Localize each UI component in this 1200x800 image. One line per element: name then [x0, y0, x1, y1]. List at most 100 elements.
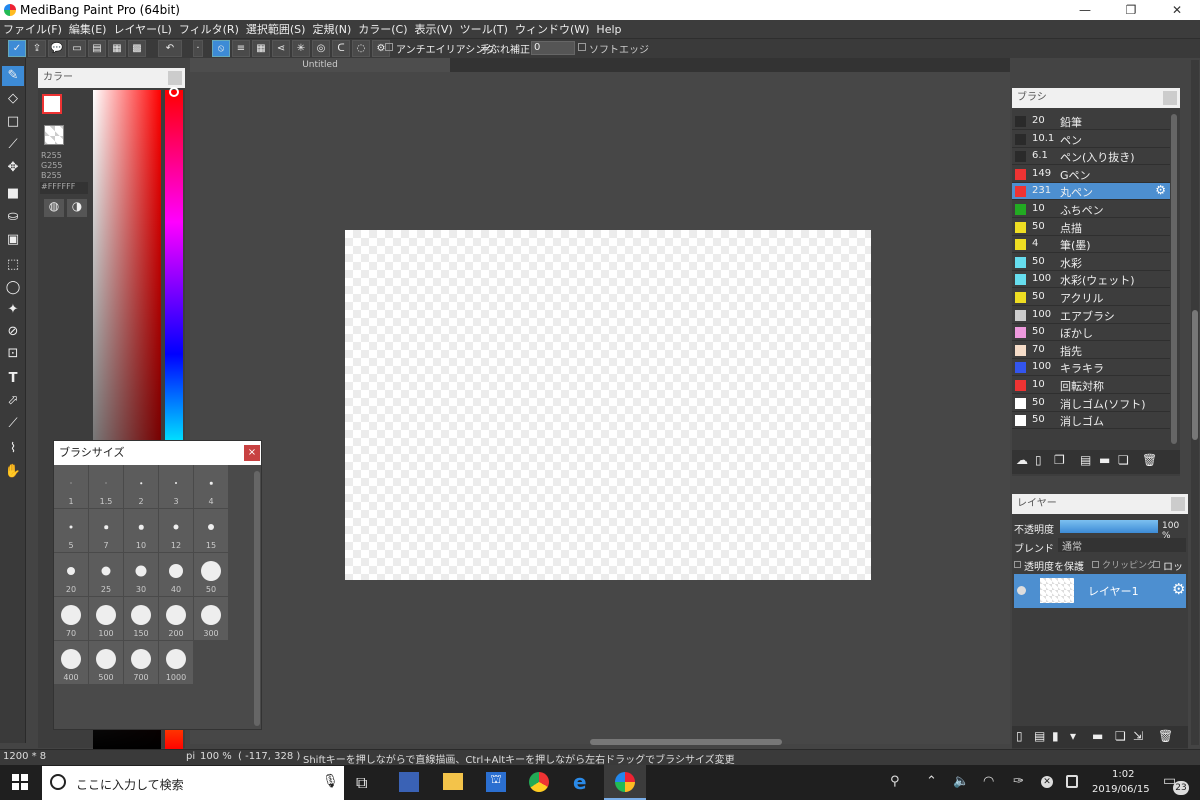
- gradient-tool-icon[interactable]: ▣: [2, 230, 24, 250]
- document-tab[interactable]: Untitled: [190, 58, 450, 72]
- palette-settings-icon[interactable]: ◑: [67, 199, 87, 217]
- brush-size-cell[interactable]: 200: [159, 597, 194, 641]
- select-pen-tool-icon[interactable]: ⊘: [2, 322, 24, 342]
- wifi-icon[interactable]: ◠: [983, 774, 994, 789]
- store-icon[interactable]: ⛫: [486, 772, 506, 792]
- tray-chevron-icon[interactable]: ⌃: [926, 774, 937, 789]
- new-halftone-layer-icon[interactable]: ▤: [1034, 729, 1045, 743]
- cloud-save-icon[interactable]: ✓: [8, 40, 26, 57]
- layer-settings-icon[interactable]: ⚙: [1172, 580, 1185, 598]
- fill-rect-tool-icon[interactable]: ■: [2, 184, 24, 204]
- brush-size-close-button[interactable]: ×: [244, 445, 260, 461]
- brush-size-scrollbar[interactable]: [254, 471, 260, 726]
- new-1bit-layer-icon[interactable]: ▮: [1052, 729, 1059, 743]
- brush-size-cell[interactable]: 40: [159, 553, 194, 597]
- dot-tool-icon[interactable]: □: [2, 112, 24, 132]
- vertical-scroll-thumb[interactable]: [1192, 310, 1198, 440]
- brush-size-cell[interactable]: 12: [159, 509, 194, 553]
- brush-panel-close-icon[interactable]: [1163, 91, 1177, 105]
- snap-perspective-icon[interactable]: ⋖: [272, 40, 290, 57]
- brush-list-item[interactable]: 20 鉛筆: [1012, 113, 1170, 130]
- menu-file[interactable]: ファイル(F): [3, 21, 62, 37]
- softedge-checkbox[interactable]: [578, 43, 586, 51]
- start-windows-icon[interactable]: [12, 774, 28, 790]
- medibang-taskbar-button[interactable]: [604, 765, 646, 800]
- brush-size-cell[interactable]: 5: [54, 509, 89, 553]
- eyedropper-tool-icon[interactable]: ⌇: [2, 439, 24, 459]
- brush-size-cell[interactable]: 1.5: [89, 465, 124, 509]
- cloud-brush-icon[interactable]: ☁: [1016, 453, 1032, 469]
- menu-view[interactable]: 表示(V): [415, 21, 453, 37]
- brush-size-cell[interactable]: 1000: [159, 641, 194, 685]
- chat-icon[interactable]: ▭: [68, 40, 86, 57]
- microphone-icon[interactable]: 🎙: [322, 774, 339, 789]
- undo-icon[interactable]: ↶: [158, 40, 182, 57]
- vertical-scrollbar[interactable]: [1191, 60, 1199, 745]
- brush-size-cell[interactable]: 15: [194, 509, 229, 553]
- layer-row[interactable]: レイヤー1 ⚙: [1014, 574, 1186, 608]
- menu-layer[interactable]: レイヤー(L): [113, 21, 171, 37]
- brush-list-item[interactable]: 50 ぼかし: [1012, 324, 1170, 342]
- brush-folder-icon[interactable]: ▬: [1099, 453, 1115, 469]
- brush-tool-icon[interactable]: ✎: [2, 66, 24, 86]
- redo-icon[interactable]: ·: [193, 40, 203, 57]
- brush-size-cell[interactable]: 1: [54, 465, 89, 509]
- brush-size-cell[interactable]: 300: [194, 597, 229, 641]
- brush-size-cell[interactable]: 70: [54, 597, 89, 641]
- drawing-canvas[interactable]: [345, 230, 871, 580]
- layer-panel-close-icon[interactable]: [1171, 497, 1185, 511]
- grid-icon[interactable]: ▩: [128, 40, 146, 57]
- brush-size-cell[interactable]: 100: [89, 597, 124, 641]
- panel-icon[interactable]: ▦: [108, 40, 126, 57]
- brush-list-item[interactable]: 149 Gペン: [1012, 165, 1170, 183]
- horizontal-scrollbar[interactable]: [590, 739, 782, 745]
- brush-list-item[interactable]: 100 キラキラ: [1012, 359, 1170, 377]
- palette-icon[interactable]: ◍: [44, 199, 64, 217]
- brush-list-scrollbar[interactable]: [1171, 114, 1177, 444]
- snap-ellipse-icon[interactable]: ◌: [352, 40, 370, 57]
- brush-list-item[interactable]: 10 ふちペン: [1012, 201, 1170, 218]
- clipping-checkbox[interactable]: [1092, 561, 1099, 568]
- select-eraser-tool-icon[interactable]: ⊡: [2, 344, 24, 364]
- menu-color[interactable]: カラー(C): [358, 21, 407, 37]
- line-tool-icon[interactable]: ⟋: [2, 135, 24, 155]
- blend-select[interactable]: 通常: [1058, 538, 1186, 553]
- hex-value[interactable]: #FFFFFF: [40, 182, 88, 194]
- restore-button[interactable]: ❐: [1108, 0, 1154, 20]
- close-button[interactable]: ✕: [1154, 0, 1200, 20]
- snap-parallel-icon[interactable]: ≡: [232, 40, 250, 57]
- merge-layer-icon[interactable]: ⇲: [1133, 729, 1143, 743]
- brush-size-cell[interactable]: 3: [159, 465, 194, 509]
- brush-size-cell[interactable]: 150: [124, 597, 159, 641]
- opacity-slider[interactable]: [1060, 520, 1158, 533]
- menu-help[interactable]: Help: [596, 23, 621, 36]
- brush-list-item[interactable]: 6.1 ペン(入り抜き): [1012, 148, 1170, 166]
- volume-icon[interactable]: 🔈: [953, 774, 969, 789]
- snap-curve-icon[interactable]: ᑕ: [332, 40, 350, 57]
- duplicate-layer-icon[interactable]: ❏: [1115, 729, 1126, 743]
- layer-folder-icon[interactable]: ▬: [1092, 729, 1103, 743]
- hue-handle[interactable]: [169, 87, 179, 97]
- task-view-icon[interactable]: ⧉: [356, 773, 367, 793]
- lasso-tool-icon[interactable]: ◯: [2, 278, 24, 298]
- snap-off-icon[interactable]: ⦸: [212, 40, 230, 57]
- select-rect-tool-icon[interactable]: ⬚: [2, 255, 24, 275]
- delete-brush-icon[interactable]: 🗑: [1142, 453, 1158, 469]
- comment-icon[interactable]: 💬: [48, 40, 66, 57]
- move-tool-icon[interactable]: ✥: [2, 158, 24, 178]
- pen-icon[interactable]: ✑: [1013, 774, 1024, 789]
- menu-edit[interactable]: 編集(E): [69, 21, 107, 37]
- menu-ruler[interactable]: 定規(N): [312, 21, 351, 37]
- share-icon[interactable]: ⇪: [28, 40, 46, 57]
- brush-size-cell[interactable]: 25: [89, 553, 124, 597]
- brush-size-cell[interactable]: 7: [89, 509, 124, 553]
- brush-list-item[interactable]: 50 アクリル: [1012, 289, 1170, 306]
- layer-visibility-icon[interactable]: [1017, 586, 1026, 595]
- taskbar-search[interactable]: ここに入力して検索 🎙: [42, 766, 344, 800]
- brush-size-cell[interactable]: 2: [124, 465, 159, 509]
- brush-list-item[interactable]: 100 水彩(ウェット): [1012, 271, 1170, 289]
- menu-window[interactable]: ウィンドウ(W): [515, 21, 589, 37]
- brush-list-item[interactable]: 10 回転対称: [1012, 377, 1170, 394]
- brush-list-item[interactable]: 50 消しゴム: [1012, 412, 1170, 430]
- tray-app-icon[interactable]: [1066, 775, 1078, 788]
